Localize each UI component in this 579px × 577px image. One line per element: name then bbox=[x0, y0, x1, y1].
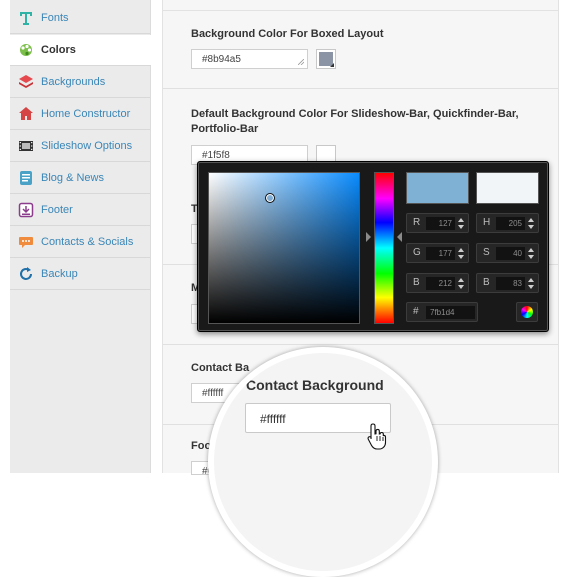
input-value: #8b94a5 bbox=[202, 54, 241, 65]
hue-arrow-left-icon bbox=[366, 232, 371, 242]
sidebar-item-contacts-socials[interactable]: Contacts & Socials bbox=[10, 227, 150, 258]
sidebar-item-label: Footer bbox=[41, 204, 73, 216]
color-wheel-button[interactable] bbox=[516, 302, 538, 322]
input-value: #ffffff bbox=[260, 412, 286, 426]
section-divider bbox=[163, 344, 558, 345]
spinner-icon[interactable] bbox=[528, 248, 534, 259]
sidebar-item-backup[interactable]: Backup bbox=[10, 259, 150, 290]
sidebar-item-home-constructor[interactable]: Home Constructor bbox=[10, 99, 150, 130]
magnifier-lens: Contact Background #ffffff bbox=[208, 347, 438, 577]
section-divider bbox=[163, 88, 558, 89]
palette-icon bbox=[18, 42, 34, 58]
spinner-icon[interactable] bbox=[528, 278, 534, 289]
hue-field[interactable]: H 205 bbox=[476, 213, 539, 233]
top-strip bbox=[163, 0, 558, 11]
film-icon bbox=[18, 138, 34, 154]
saturation-field[interactable]: S 40 bbox=[476, 243, 539, 263]
sidebar-item-backgrounds[interactable]: Backgrounds bbox=[10, 67, 150, 98]
news-icon bbox=[18, 170, 34, 186]
boxed-bg-color-input[interactable]: #8b94a5 bbox=[191, 49, 308, 69]
field-label-boxed-bg: Background Color For Boxed Layout bbox=[191, 28, 384, 40]
speech-bubble-icon bbox=[18, 234, 34, 250]
saturation-brightness-area[interactable] bbox=[208, 172, 360, 324]
dropdown-corner-icon bbox=[330, 63, 334, 67]
sidebar-item-label: Blog & News bbox=[41, 172, 104, 184]
color-wheel-icon bbox=[521, 306, 533, 318]
hex-field[interactable]: # 7fb1d4 bbox=[406, 302, 478, 322]
field-label: G bbox=[413, 247, 421, 258]
input-value: #ffffff bbox=[202, 388, 224, 399]
field-label: S bbox=[483, 247, 490, 258]
sidebar-item-blog-news[interactable]: Blog & News bbox=[10, 163, 150, 194]
field-label-contact-bg: Contact Ba bbox=[191, 362, 250, 374]
field-value[interactable]: 127 bbox=[426, 217, 455, 230]
field-value[interactable]: 177 bbox=[426, 247, 455, 260]
spinner-icon[interactable] bbox=[458, 218, 464, 229]
field-value[interactable]: 83 bbox=[496, 277, 525, 290]
sidebar-item-fonts[interactable]: Fonts bbox=[10, 3, 150, 34]
field-label-slideshow-bg: Default Background Color For Slideshow-B… bbox=[191, 108, 519, 135]
sidebar-item-colors[interactable]: Colors bbox=[10, 35, 151, 66]
field-label: R bbox=[413, 217, 421, 228]
layers-icon bbox=[18, 74, 34, 90]
green-channel-field[interactable]: G 177 bbox=[406, 243, 469, 263]
new-color-preview bbox=[406, 172, 469, 204]
hand-pointer-icon bbox=[367, 423, 387, 450]
sidebar-item-footer[interactable]: Footer bbox=[10, 195, 150, 226]
spinner-icon[interactable] bbox=[458, 248, 464, 259]
color-selector-marker[interactable] bbox=[265, 193, 275, 203]
sidebar-item-label: Contacts & Socials bbox=[41, 236, 134, 248]
spinner-icon[interactable] bbox=[528, 218, 534, 229]
sidebar-item-label: Fonts bbox=[41, 12, 69, 24]
sidebar-item-slideshow-options[interactable]: Slideshow Options bbox=[10, 131, 150, 162]
input-value: #1f5f8 bbox=[202, 150, 230, 161]
font-icon bbox=[18, 10, 34, 26]
hue-arrow-right-icon bbox=[397, 232, 402, 242]
magnified-field-label: Contact Background bbox=[246, 377, 384, 393]
current-color-preview[interactable] bbox=[476, 172, 539, 204]
spinner-icon[interactable] bbox=[458, 278, 464, 289]
field-label: B bbox=[483, 277, 490, 288]
sidebar-item-label: Colors bbox=[41, 44, 76, 56]
refresh-icon bbox=[18, 266, 34, 282]
sidebar-item-label: Backgrounds bbox=[41, 76, 106, 88]
house-icon bbox=[18, 106, 34, 122]
sidebar-item-label: Home Constructor bbox=[41, 108, 131, 120]
blue-channel-field[interactable]: B 212 bbox=[406, 273, 469, 293]
field-label: # bbox=[413, 306, 419, 317]
sidebar-item-label: Backup bbox=[41, 268, 78, 280]
sidebar-item-label: Slideshow Options bbox=[41, 140, 133, 152]
color-picker-popup: R 127 G 177 B 212 H 205 S 40 B 83 # 7fb1… bbox=[197, 161, 549, 332]
boxed-bg-color-swatch[interactable] bbox=[316, 49, 336, 69]
field-value[interactable]: 7fb1d4 bbox=[426, 306, 475, 319]
field-value[interactable]: 40 bbox=[496, 247, 525, 260]
resize-grip-icon bbox=[298, 59, 304, 65]
field-value[interactable]: 212 bbox=[426, 277, 455, 290]
field-value[interactable]: 205 bbox=[496, 217, 525, 230]
field-label: B bbox=[413, 277, 420, 288]
field-label: H bbox=[483, 217, 491, 228]
swatch-fill bbox=[319, 148, 333, 162]
footer-icon bbox=[18, 202, 34, 218]
sidebar: Fonts Colors Backgrounds Home Constructo… bbox=[10, 0, 151, 473]
red-channel-field[interactable]: R 127 bbox=[406, 213, 469, 233]
hue-slider[interactable] bbox=[374, 172, 394, 324]
brightness-field[interactable]: B 83 bbox=[476, 273, 539, 293]
